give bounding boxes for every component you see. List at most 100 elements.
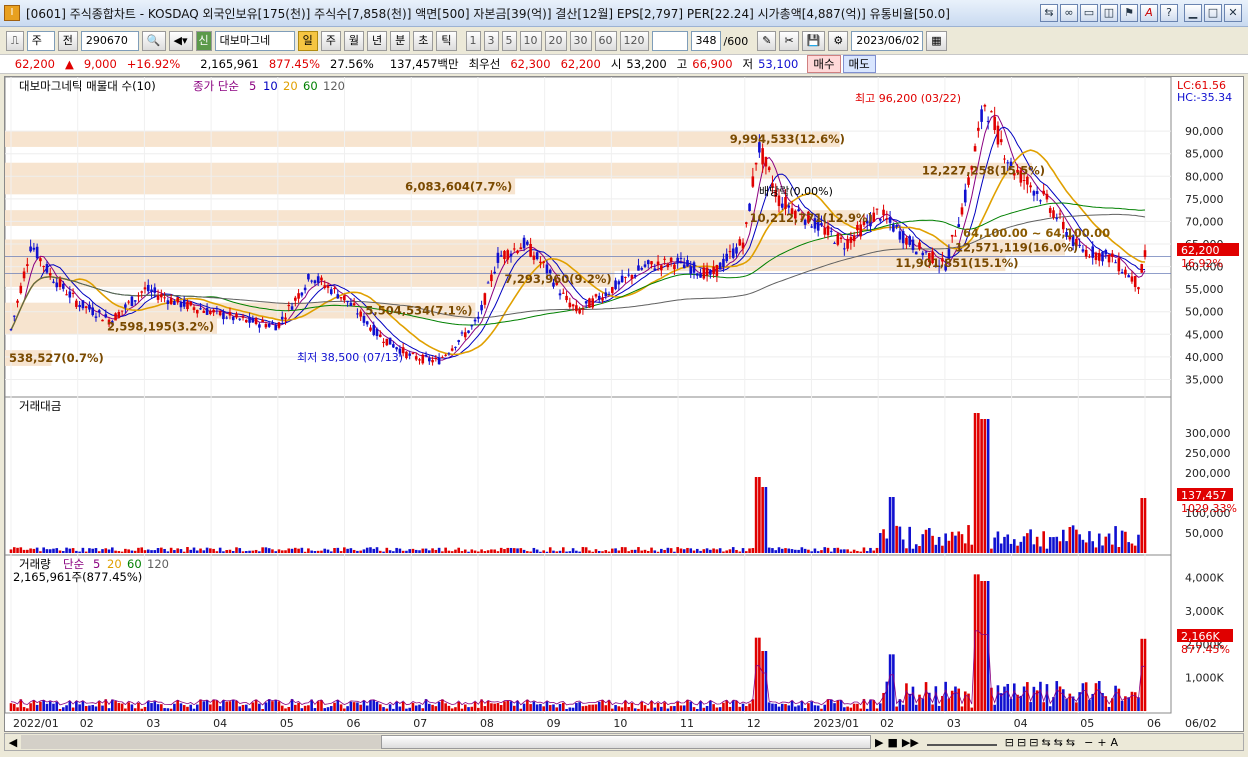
play-icon[interactable]: ▶ [875, 736, 883, 749]
save-icon[interactable]: 💾 [801, 31, 826, 51]
period-second[interactable]: 초 [413, 31, 434, 51]
amount-bar [61, 551, 65, 553]
link-icon[interactable]: ⇆ [1040, 4, 1058, 22]
amount-bar [901, 539, 905, 553]
x-tick-label: 11 [680, 717, 694, 730]
amount-bar [650, 547, 653, 553]
candle-body [725, 253, 728, 262]
candle-body [39, 258, 42, 262]
help-icon[interactable]: ? [1160, 4, 1178, 22]
date-input[interactable]: 2023/06/02 [851, 31, 924, 51]
zoom-out-icon[interactable]: − [1084, 736, 1093, 749]
volume-bar [1114, 685, 1117, 711]
volume-bar [588, 704, 591, 711]
amount-bar [146, 549, 150, 553]
amount-bar [836, 547, 840, 553]
close-button[interactable]: ✕ [1224, 4, 1242, 22]
amount-bar [78, 551, 81, 553]
interval-5[interactable]: 5 [501, 31, 517, 51]
amount-bar [738, 551, 742, 553]
window-icon[interactable]: ▭ [1080, 4, 1098, 22]
pencil-icon[interactable]: ✎ [757, 31, 777, 51]
minimize-button[interactable]: ▁ [1184, 4, 1202, 22]
count-input[interactable]: 348 [690, 31, 721, 51]
amount-bar [349, 548, 353, 553]
candle-body [542, 261, 545, 263]
search-icon[interactable]: 🔍 [141, 31, 166, 51]
candle-body [22, 271, 26, 279]
sync-icon[interactable]: ∞ [1060, 4, 1078, 22]
amount-bar [1124, 531, 1127, 553]
amount-bar [561, 547, 565, 553]
volume-bar [673, 706, 676, 711]
volume-bar [75, 701, 78, 711]
candle-body [58, 278, 62, 287]
speaker-icon[interactable]: ◀▾ [168, 31, 193, 51]
interval-10[interactable]: 10 [519, 31, 542, 51]
stock-name-field[interactable]: 대보마그네 [214, 31, 295, 51]
amount-bar [32, 548, 36, 553]
candle-body [359, 311, 362, 317]
interval-1[interactable]: 1 [465, 31, 481, 51]
volume-bar [1045, 684, 1049, 711]
buy-button[interactable]: 매수 [807, 55, 841, 73]
period-day[interactable]: 일 [297, 31, 318, 51]
candle-body [326, 285, 330, 288]
amount-bar [519, 548, 523, 553]
scroll-thumb[interactable] [381, 735, 871, 749]
volume-bar [548, 705, 552, 711]
volume-bar [414, 705, 418, 711]
volume-bar [84, 705, 88, 711]
period-tick[interactable]: 틱 [436, 31, 457, 51]
market-select[interactable]: 주 [26, 31, 55, 51]
interval-3[interactable]: 3 [483, 31, 499, 51]
chart-tool-icon[interactable]: ⎍ [6, 31, 24, 51]
amount-bar [313, 551, 317, 553]
interval-20[interactable]: 20 [544, 31, 567, 51]
flag-icon[interactable]: ⚑ [1120, 4, 1138, 22]
interval-input[interactable] [651, 31, 688, 51]
interval-30[interactable]: 30 [569, 31, 592, 51]
amount-bar [460, 551, 464, 553]
volume-bar [738, 706, 742, 711]
volume-bar [392, 708, 395, 711]
amount-bar [1143, 498, 1147, 553]
zoom-in-icon[interactable]: + [1097, 736, 1106, 749]
settings-icon[interactable]: ⚙ [828, 31, 849, 51]
stop-icon[interactable]: ■ [887, 736, 897, 749]
chart-area[interactable]: 35,00040,00045,00050,00055,00060,00065,0… [4, 76, 1244, 732]
tools-icon[interactable]: ✂ [779, 31, 799, 51]
period-minute[interactable]: 분 [390, 31, 411, 51]
volume-bar [68, 701, 72, 711]
candle-body [222, 312, 225, 320]
fast-forward-icon[interactable]: ▶▶ [902, 736, 919, 749]
horizontal-scrollbar[interactable]: ◀ ▶ ■ ▶▶ ⊟⊟⊟⇆⇆⇆ − + A [4, 733, 1244, 751]
interval-60[interactable]: 60 [594, 31, 617, 51]
candle-body [55, 282, 59, 288]
tool-icons[interactable]: ⊟⊟⊟⇆⇆⇆ [1005, 736, 1078, 749]
scroll-track[interactable] [21, 735, 381, 749]
candle-body [954, 235, 957, 237]
calendar-icon[interactable]: ▦ [926, 31, 947, 51]
volume-bar [575, 702, 578, 711]
amount-tag: 137,457 [1181, 489, 1227, 502]
auto-icon[interactable]: A [1111, 736, 1119, 749]
amount-bar [601, 551, 604, 553]
prev-button[interactable]: 전 [57, 31, 78, 51]
interval-120[interactable]: 120 [619, 31, 649, 51]
period-month[interactable]: 월 [343, 31, 365, 51]
candle-body [212, 309, 215, 313]
font-icon[interactable]: A [1140, 4, 1158, 22]
layout-icon[interactable]: ◫ [1100, 4, 1118, 22]
scroll-left-icon[interactable]: ◀ [5, 736, 21, 749]
volume-bar [349, 701, 353, 711]
period-week[interactable]: 주 [320, 31, 341, 51]
zoom-track[interactable] [926, 738, 997, 746]
sell-button[interactable]: 매도 [842, 55, 876, 73]
period-year[interactable]: 년 [367, 31, 388, 51]
candle-body [1003, 158, 1006, 160]
stock-code-input[interactable]: 290670 [80, 31, 139, 51]
maximize-button[interactable]: □ [1204, 4, 1222, 22]
candle-body [97, 310, 101, 313]
amount-bar [375, 547, 379, 553]
